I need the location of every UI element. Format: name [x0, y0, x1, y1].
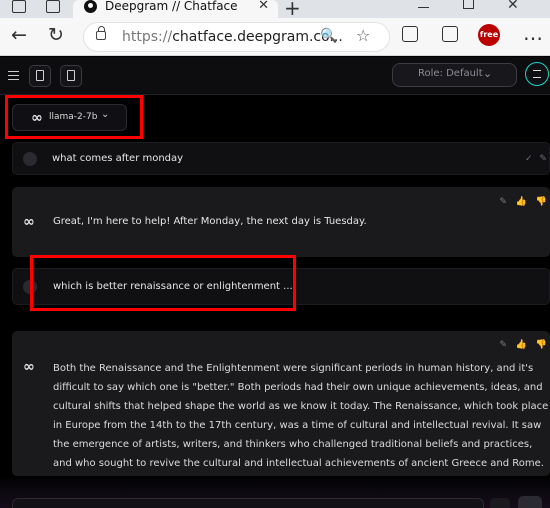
app-header: Role: Default ⌄: [0, 57, 550, 95]
workspaces-icon[interactable]: [12, 0, 26, 13]
url-text[interactable]: https://chatface.deepgram.co...: [122, 29, 343, 45]
highlight-box: [5, 95, 143, 139]
extensions-icon[interactable]: [402, 26, 418, 42]
split-screen-icon[interactable]: [442, 26, 458, 42]
message-actions-icon[interactable]: ✎ 👍 👎: [499, 197, 550, 207]
browser-tab[interactable]: Deepgram // Chatface ✕: [73, 0, 278, 18]
deepgram-favicon-icon: [84, 0, 97, 13]
meta-logo-icon: ∞: [23, 359, 35, 375]
user-message: what comes after monday ✓ ✎: [12, 142, 550, 175]
browser-toolbar: ← ↻ https://chatface.deepgram.co... 🔍 ☆ …: [0, 18, 550, 56]
lock-icon[interactable]: [96, 26, 106, 40]
new-tab-button[interactable]: +: [284, 0, 301, 20]
share-button[interactable]: [60, 65, 82, 87]
maximize-icon[interactable]: [463, 0, 474, 9]
send-button[interactable]: [518, 496, 542, 508]
settings-button[interactable]: [525, 62, 549, 86]
url-scheme: https://: [122, 29, 173, 45]
message-text: Great, I'm here to help! After Monday, t…: [53, 216, 367, 227]
tab-close-icon[interactable]: ✕: [258, 0, 269, 13]
window-close-icon[interactable]: ✕: [507, 0, 519, 13]
browser-tab-bar: Deepgram // Chatface ✕ + ✕: [0, 0, 550, 20]
assistant-message: ✎ 👍 👎 ∞ Great, I'm here to help! After M…: [12, 187, 550, 257]
highlight-box: [30, 255, 296, 311]
tab-title: Deepgram // Chatface: [105, 0, 238, 13]
chat-input[interactable]: [12, 498, 484, 508]
meta-logo-icon: ∞: [23, 214, 35, 230]
share-icon: [67, 70, 75, 81]
tab-actions-icon[interactable]: [46, 0, 60, 13]
favorite-star-icon[interactable]: ☆: [356, 26, 370, 45]
hamburger-menu-icon[interactable]: [8, 71, 19, 80]
zoom-icon[interactable]: 🔍: [320, 28, 337, 44]
clipboard-icon: [36, 70, 44, 81]
user-avatar-icon: [23, 152, 37, 166]
role-label: Role: Default: [418, 68, 483, 79]
check-edit-icon[interactable]: ✓ ✎: [525, 154, 549, 164]
url-host: chatface.deepgram.co...: [172, 29, 343, 45]
message-text: what comes after monday: [52, 153, 184, 164]
sliders-icon: [533, 70, 541, 78]
message-actions-icon[interactable]: ✎ 👍 👎: [499, 340, 550, 350]
clipboard-button[interactable]: [29, 65, 51, 87]
reload-icon[interactable]: ↻: [48, 25, 64, 45]
more-options-icon[interactable]: …: [523, 21, 544, 45]
address-bar[interactable]: https://chatface.deepgram.co... 🔍 ☆: [83, 22, 390, 52]
role-dropdown[interactable]: Role: Default ⌄: [392, 63, 517, 87]
back-icon[interactable]: ←: [11, 25, 27, 45]
message-text: Both the Renaissance and the Enlightenme…: [53, 363, 549, 469]
chevron-down-icon: ⌄: [483, 67, 493, 80]
minimize-icon[interactable]: [418, 7, 429, 8]
microphone-button[interactable]: [490, 498, 510, 508]
profile-avatar[interactable]: free: [478, 24, 500, 46]
